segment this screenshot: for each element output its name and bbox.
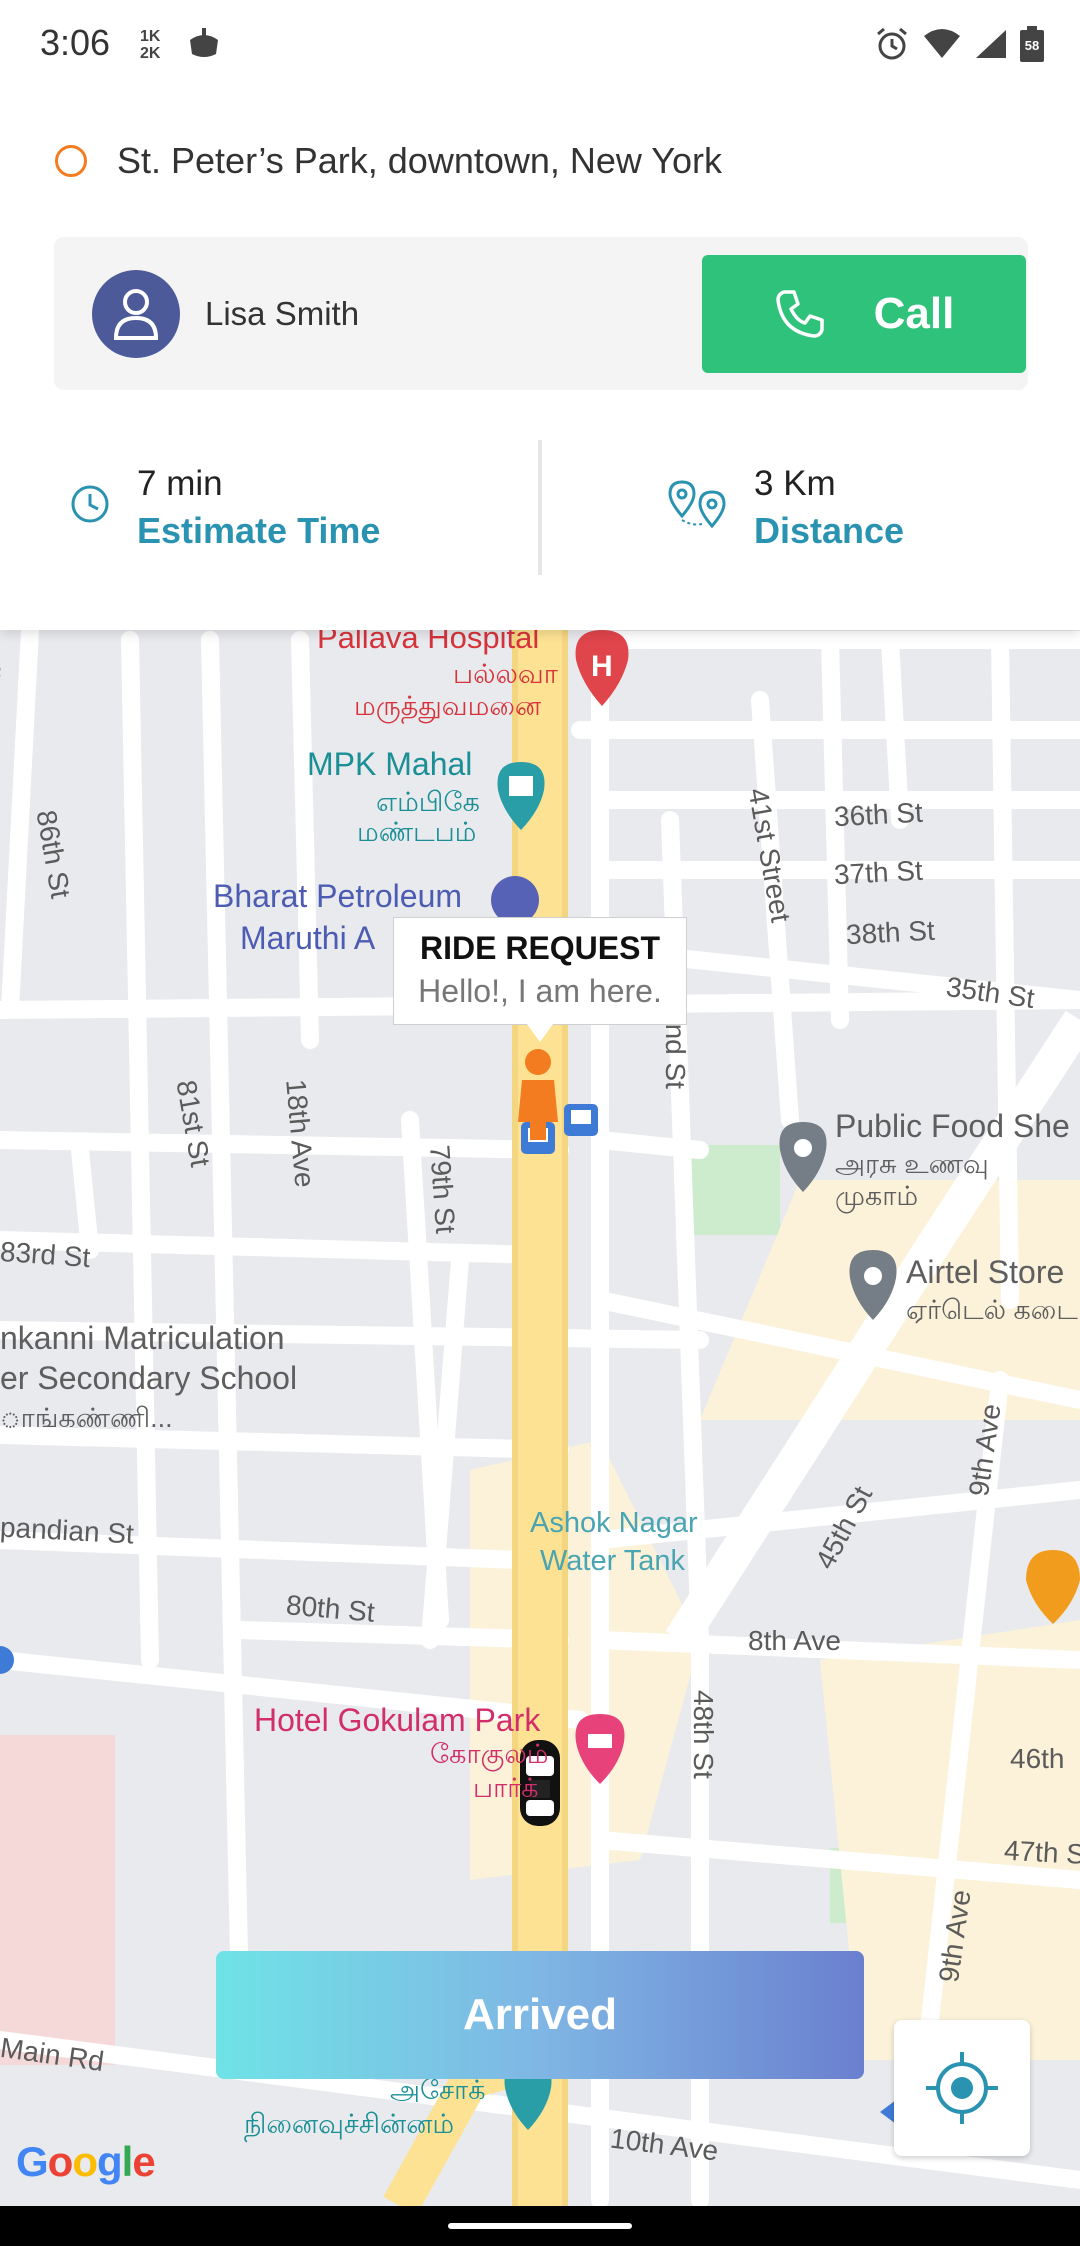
street-label: 47th St — [1003, 1834, 1080, 1871]
poi-label: Ashok Nagar — [530, 1507, 698, 1539]
status-time: 3:06 — [40, 22, 111, 63]
speed-down-value: 2K — [140, 45, 161, 62]
poi-label: கோகுலம் — [430, 1739, 549, 1769]
street-label: 48th St — [688, 1690, 719, 1779]
poi-label: Public Food She — [835, 1108, 1070, 1144]
status-bar: 3:06 1K 2K 58 — [0, 0, 1080, 88]
arrived-button[interactable]: Arrived — [216, 1951, 864, 2079]
system-nav-bar — [0, 2206, 1080, 2246]
speed-up-value: 1K — [140, 28, 161, 45]
alarm-icon — [877, 27, 907, 60]
distance-stat: 3 Km Distance — [542, 440, 1080, 575]
crosshair-icon — [926, 2052, 998, 2124]
poi-label: அரசு உணவு — [835, 1149, 989, 1179]
pickup-dot-icon — [55, 145, 87, 177]
street-label: 38th St — [845, 914, 936, 951]
poi-label: எம்பிகே — [376, 787, 480, 817]
distance-label: Distance — [754, 510, 905, 551]
street-label: 36th St — [833, 796, 924, 833]
google-logo-letter: G — [16, 2138, 49, 2185]
poi-label: MPK Mahal — [307, 746, 473, 782]
poi-label: Airtel Store — [906, 1254, 1065, 1290]
pickup-location[interactable]: St. Peter’s Park, downtown, New York — [55, 140, 722, 182]
poi-label: Bharat Petroleum — [213, 878, 463, 914]
route-pins-icon — [668, 480, 726, 528]
clock-icon — [71, 485, 109, 523]
google-logo-letter: l — [121, 2138, 134, 2185]
rider-card: Lisa Smith Call — [54, 237, 1028, 390]
network-speed: 1K 2K — [140, 28, 160, 62]
poi-label: er Secondary School — [0, 1360, 298, 1396]
battery-level: 58 — [1024, 38, 1040, 53]
poi-label: Water Tank — [540, 1545, 686, 1577]
trip-info-panel: 3:06 1K 2K 58 St. Peter’s Park, downtown… — [0, 0, 1080, 630]
poi-label: Maruthi A — [240, 920, 376, 956]
rider-name: Lisa Smith — [205, 295, 360, 332]
google-logo-letter: e — [132, 2138, 155, 2185]
home-gesture-handle[interactable] — [448, 2223, 632, 2229]
poi-label: மண்டபம் — [357, 817, 477, 847]
google-logo-letter: g — [96, 2138, 123, 2185]
poi-label: அசோக் — [390, 2075, 486, 2105]
call-label: Call — [873, 289, 955, 338]
signal-icon — [976, 30, 1006, 58]
popup-subtitle: Hello!, I am here. — [418, 973, 662, 1009]
estimate-time-label: Estimate Time — [137, 510, 381, 551]
street-label: 8th Ave — [748, 1625, 841, 1656]
wifi-icon — [924, 29, 960, 58]
notification-app-icon — [190, 28, 218, 57]
estimate-time-stat: 7 min Estimate Time — [0, 440, 538, 575]
google-logo: Google — [16, 2138, 156, 2186]
street-label: 37th St — [833, 854, 924, 891]
avatar — [92, 270, 180, 358]
poi-label: ஏர்டெல் கடை — [906, 1295, 1078, 1325]
distance-value: 3 Km — [754, 464, 836, 503]
popup-title: RIDE REQUEST — [419, 930, 661, 966]
poi-label: நினைவுச்சின்னம் — [244, 2109, 455, 2139]
svg-text:H: H — [591, 650, 613, 683]
ride-request-popup[interactable]: RIDE REQUEST Hello!, I am here. — [393, 917, 687, 1042]
status-icons: 58 — [874, 24, 1044, 64]
pickup-address: St. Peter’s Park, downtown, New York — [117, 140, 722, 181]
user-icon — [113, 289, 159, 340]
poi-label: முகாம் — [835, 1181, 919, 1211]
my-location-button[interactable] — [894, 2020, 1030, 2156]
poi-label: மருத்துவமனை — [354, 691, 542, 721]
street-label: 46th — [1010, 1743, 1065, 1774]
street-label: pandian St — [0, 1511, 135, 1550]
poi-label: nkanni Matriculation — [0, 1320, 285, 1356]
estimate-time-value: 7 min — [137, 464, 223, 503]
call-button[interactable]: Call — [702, 255, 1026, 373]
google-logo-letter: o — [72, 2138, 98, 2185]
poi-label: ாங்கண்ணி... — [0, 1403, 173, 1433]
street-label: 79th St — [424, 1143, 462, 1235]
street-label: 83rd St — [0, 1235, 92, 1274]
phone-icon — [775, 290, 824, 338]
arrived-label: Arrived — [462, 1990, 618, 2039]
poi-label: பார்க் — [473, 1773, 539, 1803]
poi-label: பல்லவா — [453, 659, 558, 689]
trip-stats: 7 min Estimate Time 3 Km Distance — [0, 440, 1080, 575]
google-logo-letter: o — [47, 2138, 74, 2185]
poi-label: Hotel Gokulam Park — [254, 1702, 541, 1738]
battery-icon: 58 — [1020, 26, 1044, 62]
